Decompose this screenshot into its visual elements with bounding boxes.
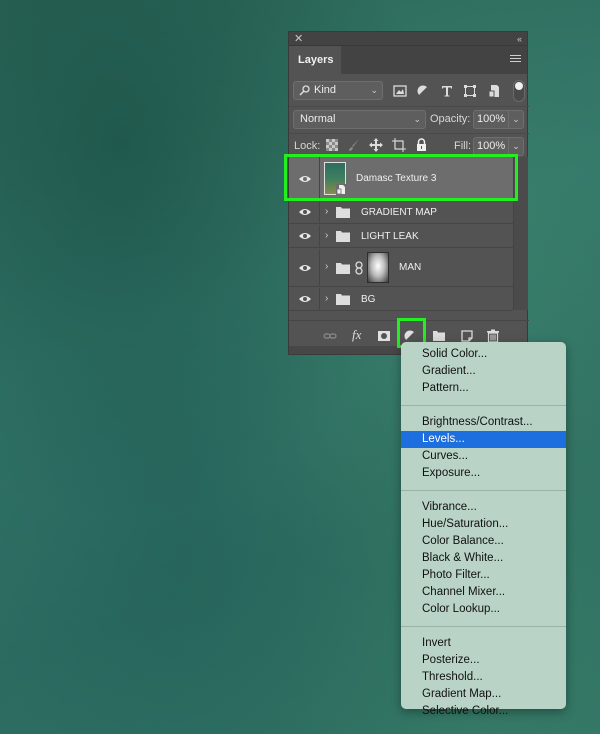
opacity-dropdown[interactable]: ⌄ bbox=[509, 110, 524, 129]
pixel-layer-filter-icon[interactable] bbox=[393, 84, 407, 98]
menu-item-levels[interactable]: Levels... bbox=[401, 431, 566, 448]
panel-title-bar: ✕ ‹‹ bbox=[289, 32, 527, 46]
expand-chevron-icon[interactable]: › bbox=[325, 230, 328, 241]
visibility-cell bbox=[289, 225, 320, 247]
layers-list: Damasc Texture 3 › GRADIENT MAP › LIGHT … bbox=[289, 157, 513, 311]
blend-mode-value: Normal bbox=[300, 113, 336, 125]
layer-row-man[interactable]: › MAN bbox=[289, 249, 513, 287]
layer-row-gradient-map[interactable]: › GRADIENT MAP bbox=[289, 201, 513, 224]
shape-layer-filter-icon[interactable] bbox=[463, 84, 477, 98]
eye-icon[interactable] bbox=[299, 264, 311, 272]
collapse-icon[interactable]: ‹‹ bbox=[517, 32, 522, 46]
opacity-label: Opacity: bbox=[430, 113, 471, 125]
menu-item-curves[interactable]: Curves... bbox=[401, 448, 566, 465]
lock-row: Lock: Fill: 100% ⌄ bbox=[289, 133, 529, 157]
add-mask-icon[interactable] bbox=[377, 329, 391, 343]
chevron-down-icon: ⌄ bbox=[370, 85, 378, 95]
lock-artboard-icon[interactable] bbox=[392, 138, 406, 152]
lock-position-icon[interactable] bbox=[369, 138, 383, 152]
layer-row-damasc-texture-3[interactable]: Damasc Texture 3 bbox=[289, 157, 513, 200]
expand-chevron-icon[interactable]: › bbox=[325, 261, 328, 272]
trash-icon[interactable] bbox=[486, 329, 500, 343]
layer-name[interactable]: MAN bbox=[399, 262, 421, 273]
layer-name[interactable]: Damasc Texture 3 bbox=[356, 173, 436, 184]
adjustment-layer-menu: Solid Color... Gradient... Pattern... Brigh… bbox=[401, 342, 566, 717]
panel-menu-icon[interactable] bbox=[510, 55, 521, 64]
menu-item-invert[interactable]: Invert bbox=[401, 635, 566, 652]
adjustment-layer-icon[interactable] bbox=[403, 329, 417, 343]
layer-thumbnail bbox=[324, 162, 346, 195]
menu-item-black-white[interactable]: Black & White... bbox=[401, 550, 566, 567]
menu-item-exposure[interactable]: Exposure... bbox=[401, 465, 566, 482]
lock-label: Lock: bbox=[294, 140, 321, 152]
menu-separator bbox=[401, 490, 566, 491]
blend-mode-select[interactable]: Normal ⌄ bbox=[293, 110, 426, 129]
fx-icon[interactable]: fx bbox=[352, 327, 361, 343]
menu-item-color-balance[interactable]: Color Balance... bbox=[401, 533, 566, 550]
link-layers-icon[interactable] bbox=[323, 329, 337, 343]
folder-icon bbox=[336, 231, 350, 242]
visibility-cell bbox=[289, 288, 320, 310]
filter-toggle[interactable] bbox=[513, 80, 525, 102]
link-icon[interactable] bbox=[355, 261, 363, 275]
fill-input[interactable]: 100% bbox=[473, 137, 509, 156]
lock-transparent-pixels-icon[interactable] bbox=[326, 139, 338, 151]
layer-name[interactable]: LIGHT LEAK bbox=[361, 231, 419, 242]
chevron-down-icon: ⌄ bbox=[413, 114, 421, 124]
lock-image-pixels-icon[interactable] bbox=[348, 138, 360, 152]
expand-chevron-icon[interactable]: › bbox=[325, 293, 328, 304]
menu-item-threshold[interactable]: Threshold... bbox=[401, 669, 566, 686]
eye-icon[interactable] bbox=[299, 232, 311, 240]
menu-item-gradient[interactable]: Gradient... bbox=[401, 363, 566, 380]
folder-icon bbox=[336, 207, 350, 218]
menu-item-vibrance[interactable]: Vibrance... bbox=[401, 499, 566, 516]
menu-item-selective-color[interactable]: Selective Color... bbox=[401, 703, 566, 720]
visibility-cell bbox=[289, 249, 320, 286]
filter-row: Kind ⌄ bbox=[289, 76, 529, 104]
layer-row-light-leak[interactable]: › LIGHT LEAK bbox=[289, 225, 513, 248]
new-layer-icon[interactable] bbox=[460, 329, 474, 343]
layer-mask-thumbnail[interactable] bbox=[367, 252, 389, 283]
visibility-cell bbox=[289, 157, 320, 199]
fill-dropdown[interactable]: ⌄ bbox=[509, 137, 524, 156]
close-icon[interactable]: ✕ bbox=[294, 32, 303, 46]
layer-name[interactable]: BG bbox=[361, 294, 375, 305]
filter-kind-label: Kind bbox=[314, 84, 337, 96]
menu-item-pattern[interactable]: Pattern... bbox=[401, 380, 566, 397]
expand-chevron-icon[interactable]: › bbox=[325, 206, 328, 217]
visibility-cell bbox=[289, 201, 320, 223]
folder-icon bbox=[336, 263, 350, 274]
menu-separator bbox=[401, 626, 566, 627]
menu-item-gradient-map[interactable]: Gradient Map... bbox=[401, 686, 566, 703]
eye-icon[interactable] bbox=[299, 295, 311, 303]
menu-item-photo-filter[interactable]: Photo Filter... bbox=[401, 567, 566, 584]
menu-item-posterize[interactable]: Posterize... bbox=[401, 652, 566, 669]
panel-tabs: Layers bbox=[289, 46, 527, 74]
menu-item-color-lookup[interactable]: Color Lookup... bbox=[401, 601, 566, 618]
blend-row: Normal ⌄ Opacity: 100% ⌄ bbox=[289, 106, 529, 130]
new-group-icon[interactable] bbox=[432, 329, 446, 343]
menu-separator bbox=[401, 405, 566, 406]
folder-icon bbox=[336, 294, 350, 305]
smart-object-badge-icon bbox=[336, 184, 346, 195]
menu-item-channel-mixer[interactable]: Channel Mixer... bbox=[401, 584, 566, 601]
type-layer-filter-icon[interactable] bbox=[440, 84, 454, 98]
adjustment-layer-filter-icon[interactable] bbox=[416, 84, 430, 98]
lock-all-icon[interactable] bbox=[416, 138, 427, 152]
opacity-input[interactable]: 100% bbox=[473, 110, 509, 129]
menu-item-brightness-contrast[interactable]: Brightness/Contrast... bbox=[401, 414, 566, 431]
layer-name[interactable]: GRADIENT MAP bbox=[361, 207, 437, 218]
search-icon bbox=[299, 85, 310, 96]
smart-object-filter-icon[interactable] bbox=[487, 84, 501, 98]
menu-item-solid-color[interactable]: Solid Color... bbox=[401, 346, 566, 363]
menu-item-hue-saturation[interactable]: Hue/Saturation... bbox=[401, 516, 566, 533]
eye-icon[interactable] bbox=[299, 208, 311, 216]
layer-row-bg[interactable]: › BG bbox=[289, 288, 513, 311]
filter-kind-select[interactable]: Kind ⌄ bbox=[293, 81, 383, 100]
layers-scrollbar[interactable] bbox=[513, 157, 528, 310]
fill-label: Fill: bbox=[454, 140, 472, 152]
eye-icon[interactable] bbox=[299, 175, 311, 183]
tab-layers[interactable]: Layers bbox=[289, 46, 341, 74]
layers-panel: ✕ ‹‹ Layers Kind ⌄ Normal ⌄ Opacity: 100… bbox=[288, 31, 529, 355]
